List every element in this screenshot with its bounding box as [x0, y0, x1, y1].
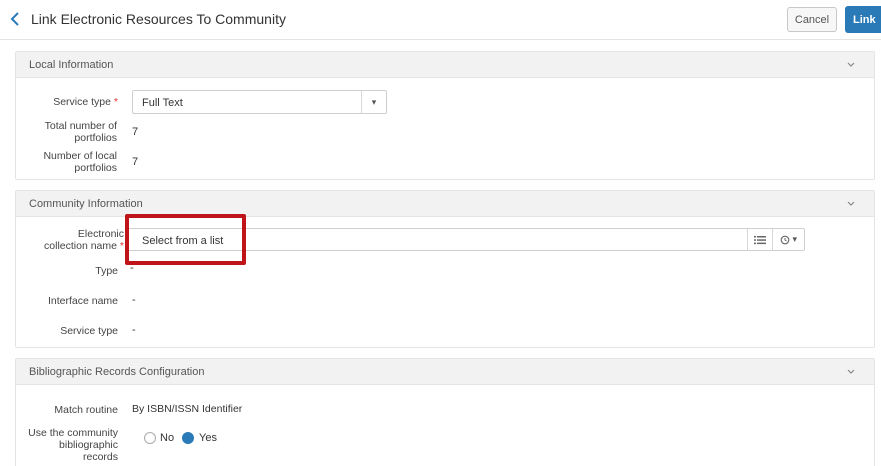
local-portfolios-value: 7 [132, 156, 139, 168]
chevron-down-icon[interactable] [846, 366, 856, 376]
local-information-section: Local Information [15, 51, 875, 180]
total-portfolios-label: Total number of portfolios [44, 120, 117, 144]
list-icon[interactable] [747, 229, 772, 250]
section-title: Local Information [29, 59, 114, 71]
local-portfolios-label: Number of local portfolios [43, 150, 117, 174]
radio-yes-label: Yes [199, 432, 217, 444]
link-button[interactable]: Link [845, 6, 881, 33]
chevron-down-icon[interactable] [846, 59, 856, 69]
type-value: - [130, 262, 134, 274]
local-information-header[interactable]: Local Information [16, 52, 874, 78]
chevron-down-icon[interactable] [846, 198, 856, 208]
bibliographic-config-header[interactable]: Bibliographic Records Configuration [16, 359, 874, 385]
radio-no-label: No [160, 432, 175, 444]
service-type-label: Service type * [53, 96, 118, 108]
collection-name-label: Electronic collection name * [44, 228, 124, 252]
community-service-type-value: - [132, 324, 136, 336]
match-routine-value: By ISBN/ISSN Identifier [132, 403, 243, 415]
interface-name-label: Interface name [47, 295, 118, 307]
caret-down-icon[interactable]: ▾ [361, 91, 386, 113]
service-type-select[interactable]: Full Text ▾ [132, 90, 387, 114]
type-label: Type [95, 265, 118, 277]
service-type-value: Full Text [142, 97, 183, 109]
page-header: Link Electronic Resources To Community C… [0, 0, 881, 40]
page-title: Link Electronic Resources To Community [31, 11, 286, 27]
section-title: Bibliographic Records Configuration [29, 366, 205, 378]
required-marker: * [113, 96, 118, 108]
match-routine-label: Match routine [54, 404, 118, 416]
radio-no[interactable] [144, 432, 156, 444]
section-title: Community Information [29, 198, 143, 210]
back-icon[interactable] [6, 10, 24, 28]
use-community-records-label: Use the community bibliographic records [28, 427, 118, 463]
interface-name-value: - [132, 294, 136, 306]
highlight-box [125, 214, 246, 265]
radio-yes[interactable] [182, 432, 194, 444]
community-service-type-label: Service type [60, 325, 118, 337]
cancel-button[interactable]: Cancel [787, 7, 837, 32]
history-icon[interactable]: ▾ [772, 229, 804, 250]
total-portfolios-value: 7 [132, 126, 139, 138]
